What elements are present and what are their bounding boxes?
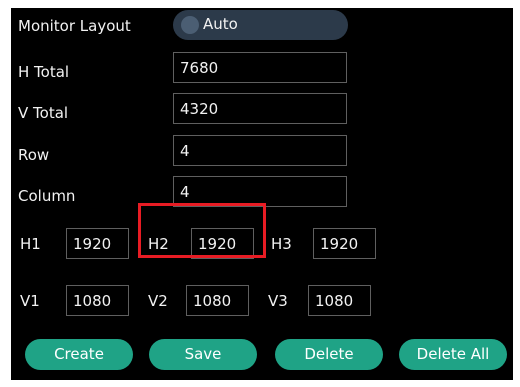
- h1-input[interactable]: 1920: [66, 228, 129, 259]
- v-total-input[interactable]: 4320: [173, 93, 347, 124]
- toggle-knob-icon: [181, 16, 199, 34]
- monitor-layout-toggle[interactable]: Auto: [173, 10, 348, 40]
- h2-highlight-box: [138, 203, 266, 258]
- h-total-label: H Total: [18, 63, 70, 81]
- save-button[interactable]: Save: [149, 339, 257, 370]
- monitor-layout-label: Monitor Layout: [18, 17, 131, 35]
- delete-button[interactable]: Delete: [275, 339, 383, 370]
- row-label: Row: [18, 146, 50, 164]
- v3-label: V3: [268, 292, 288, 310]
- v2-label: V2: [148, 292, 168, 310]
- row-input[interactable]: 4: [173, 135, 347, 166]
- v2-input[interactable]: 1080: [186, 285, 249, 316]
- v3-input[interactable]: 1080: [308, 285, 371, 316]
- h3-input[interactable]: 1920: [313, 228, 376, 259]
- v1-input[interactable]: 1080: [66, 285, 129, 316]
- delete-all-button[interactable]: Delete All: [399, 339, 507, 370]
- create-button[interactable]: Create: [25, 339, 133, 370]
- h3-label: H3: [271, 235, 292, 253]
- h-total-input[interactable]: 7680: [173, 52, 347, 83]
- monitor-layout-panel: Monitor Layout Auto H Total 7680 V Total…: [11, 8, 513, 380]
- column-label: Column: [18, 187, 76, 205]
- v1-label: V1: [20, 292, 40, 310]
- v-total-label: V Total: [18, 104, 69, 122]
- h1-label: H1: [20, 235, 41, 253]
- monitor-layout-mode: Auto: [203, 15, 238, 33]
